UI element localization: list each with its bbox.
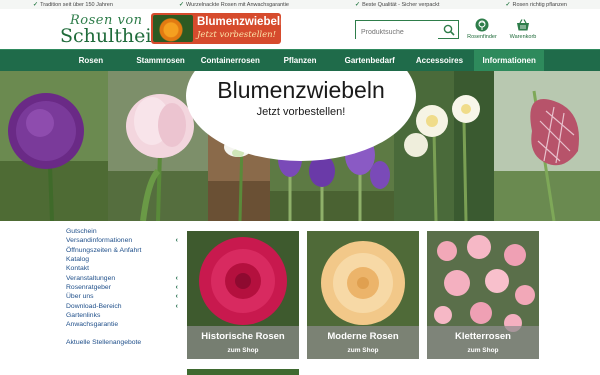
tile-historische-rosen[interactable]: Historische Rosen zum Shop — [187, 231, 299, 359]
nav-item-containerrosen[interactable]: Containerrosen — [195, 50, 265, 71]
tile-moderne-rosen[interactable]: Moderne Rosen zum Shop — [307, 231, 419, 359]
sidebar-item-kontakt[interactable]: Kontakt — [66, 264, 178, 273]
check-icon: ✓ — [33, 2, 39, 8]
search-icon[interactable] — [443, 24, 455, 36]
category-tiles: Historische Rosen zum Shop Moderne Rosen… — [187, 231, 549, 359]
cart-label: Warenkorb — [509, 34, 537, 40]
sidebar-item-rosenratgeber[interactable]: Rosenratgeber ‹ — [66, 283, 178, 292]
rose-finder-icon — [475, 18, 489, 32]
sidebar-item-katalog[interactable]: Katalog — [66, 255, 178, 264]
promo-subtitle: Jetzt vorbestellen! — [197, 30, 277, 40]
check-icon: ✓ — [505, 2, 511, 8]
sidebar-item-veranstaltungen[interactable]: Veranstaltungen ‹ — [66, 273, 178, 282]
usp-item: ✓ Beste Qualität - Sicher verpackt — [355, 1, 440, 9]
tile-cta[interactable]: zum Shop — [307, 347, 419, 354]
site-header: Rosen von Schultheis Blumenzwiebeln Jetz… — [0, 9, 600, 49]
rosenfinder-button[interactable]: Rosenfinder — [465, 18, 499, 46]
check-icon: ✓ — [355, 2, 361, 8]
rosenfinder-label: Rosenfinder — [467, 34, 497, 40]
nav-item-pflanzen[interactable]: Pflanzen — [265, 50, 335, 71]
sidebar-item-download-bereich[interactable]: Download-Bereich ‹ — [66, 301, 178, 310]
chevron-left-icon[interactable]: ‹ — [176, 293, 178, 300]
nav-item-gartenbedarf[interactable]: Gartenbedarf — [335, 50, 405, 71]
tile-title: Kletterrosen — [455, 331, 511, 342]
usp-item-link[interactable]: ✓ Rosen richtig pflanzen — [505, 1, 567, 9]
usp-bar: ✓ Tradition seit über 150 Jahren ✓ Wurzeln… — [0, 0, 600, 9]
usp-item: ✓ Tradition seit über 150 Jahren — [33, 1, 113, 9]
cart-button[interactable]: Warenkorb — [506, 18, 540, 46]
hero-image-allium — [0, 71, 108, 221]
chevron-left-icon[interactable]: ‹ — [176, 284, 178, 291]
info-sidebar: Gutschein Versandinformationen ‹ Öffnungs… — [66, 227, 178, 348]
tile-kletterrosen[interactable]: Kletterrosen zum Shop — [427, 231, 539, 359]
tile-caption: Moderne Rosen zum Shop — [307, 326, 419, 359]
sidebar-item-ueber-uns[interactable]: Über uns ‹ — [66, 292, 178, 301]
sidebar-item-oeffnungszeiten[interactable]: Öffnungszeiten & Anfahrt — [66, 246, 178, 255]
tulip-thumbnail — [153, 15, 193, 42]
sidebar-item-stellenangebote[interactable]: Aktuelle Stellenangebote — [66, 338, 178, 347]
logo-line2: Schultheis — [60, 25, 162, 47]
content-section: Gutschein Versandinformationen ‹ Öffnungs… — [0, 221, 600, 375]
usp-item: ✓ Wurzelnackte Rosen mit Anwachsgarantie — [179, 1, 289, 9]
nav-item-stammrosen[interactable]: Stammrosen — [126, 50, 196, 71]
search-input[interactable] — [356, 24, 438, 41]
promo-banner[interactable]: Blumenzwiebeln Jetzt vorbestellen! — [151, 13, 281, 44]
search-box — [355, 20, 459, 41]
next-tile-preview — [187, 369, 299, 375]
chevron-left-icon[interactable]: ‹ — [176, 303, 178, 310]
chevron-left-icon[interactable]: ‹ — [176, 237, 178, 244]
sidebar-item-gutschein[interactable]: Gutschein — [66, 227, 178, 236]
tile-title: Historische Rosen — [201, 331, 285, 342]
hero-subtitle: Jetzt vorbestellen! — [256, 106, 346, 118]
basket-icon — [517, 19, 529, 31]
hero-banner[interactable]: Blumenzwiebeln Jetzt vorbestellen! — [0, 71, 600, 221]
promo-title: Blumenzwiebeln — [197, 16, 281, 28]
tile-cta[interactable]: zum Shop — [187, 347, 299, 354]
tile-caption: Historische Rosen zum Shop — [187, 326, 299, 359]
check-icon: ✓ — [179, 2, 185, 8]
tile-title: Moderne Rosen — [327, 331, 399, 342]
sidebar-item-gartenlinks[interactable]: Gartenlinks — [66, 311, 178, 320]
nav-item-informationen[interactable]: Informationen — [474, 50, 545, 71]
hero-image-fritillaria — [494, 71, 600, 221]
nav-item-rosen[interactable]: Rosen — [56, 50, 126, 71]
sidebar-item-versandinformationen[interactable]: Versandinformationen ‹ — [66, 236, 178, 245]
chevron-left-icon[interactable]: ‹ — [176, 275, 178, 282]
main-navigation: Rosen Stammrosen Containerrosen Pflanzen… — [0, 49, 600, 71]
hero-title: Blumenzwiebeln — [217, 77, 385, 103]
site-logo[interactable]: Rosen von Schultheis — [60, 13, 161, 47]
nav-item-accessoires[interactable]: Accessoires — [405, 50, 475, 71]
tile-caption: Kletterrosen zum Shop — [427, 326, 539, 359]
tile-cta[interactable]: zum Shop — [427, 347, 539, 354]
sidebar-item-anwachsgarantie[interactable]: Anwachsgarantie — [66, 320, 178, 329]
